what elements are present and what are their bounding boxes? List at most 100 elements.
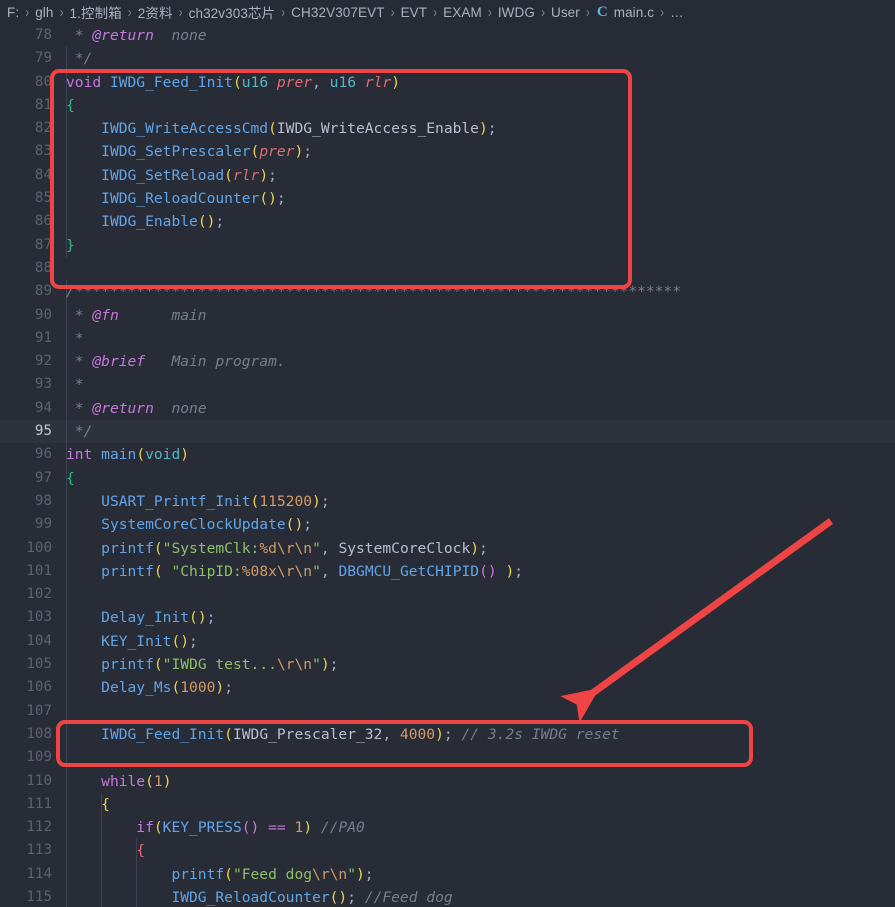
line-number: 80 <box>34 73 52 90</box>
code-line-106[interactable]: 106 Delay_Ms(1000); <box>0 676 895 700</box>
code-line-99[interactable]: 99 SystemCoreClockUpdate(); <box>0 513 895 537</box>
line-number: 104 <box>26 632 52 649</box>
code-text: * @return none <box>74 27 207 44</box>
code-line-87[interactable]: 87} <box>0 233 895 257</box>
indent-guide <box>66 583 67 607</box>
code-line-95[interactable]: 95 */ <box>0 420 895 444</box>
code-line-97[interactable]: 97 { <box>0 466 895 490</box>
code-line-88[interactable]: 88 <box>0 257 895 280</box>
code-line-89[interactable]: 89 /*************************************… <box>0 280 895 304</box>
code-text: printf("Feed dog\r\n"); <box>171 865 374 883</box>
breadcrumb-separator: › <box>433 3 438 21</box>
line-number: 101 <box>26 562 52 579</box>
breadcrumb-item-main.c[interactable]: main.c <box>613 5 655 20</box>
breadcrumb-item-evt[interactable]: EVT <box>400 5 429 20</box>
code-line-103[interactable]: 103 Delay_Init(); <box>0 606 895 630</box>
breadcrumb-item-2资料[interactable]: 2资料 <box>137 2 174 22</box>
breadcrumb-item-glh[interactable]: glh <box>34 5 54 20</box>
code-line-98[interactable]: 98 USART_Printf_Init(115200); <box>0 489 895 514</box>
code-line-92[interactable]: 92 * @brief Main program. <box>0 350 895 374</box>
line-number: 79 <box>34 50 52 67</box>
code-text: IWDG_SetPrescaler(prer); <box>101 143 313 161</box>
breadcrumb-separator: › <box>178 3 183 21</box>
line-number: 99 <box>34 516 52 533</box>
code-text: Delay_Init(); <box>101 609 216 627</box>
code-line-107[interactable]: 107 <box>0 699 895 723</box>
breadcrumb-item-1.控制箱[interactable]: 1.控制箱 <box>69 2 123 22</box>
code-text: /***************************************… <box>66 283 682 301</box>
line-number: 87 <box>34 236 52 253</box>
code-text: */ <box>74 50 93 68</box>
code-line-105[interactable]: 105 printf("IWDG test...\r\n"); <box>0 653 895 677</box>
line-number: 92 <box>34 353 52 370</box>
indent-guide <box>66 699 67 723</box>
code-line-108[interactable]: 108 IWDG_Feed_Init(IWDG_Prescaler_32, 40… <box>0 722 895 747</box>
code-line-104[interactable]: 104 KEY_Init(); <box>0 629 895 654</box>
code-line-78[interactable]: 78 * @return none <box>0 24 895 47</box>
code-line-112[interactable]: 112 if(KEY_PRESS() == 1) //PA0 <box>0 816 895 840</box>
code-line-93[interactable]: 93 * <box>0 373 895 397</box>
code-text: IWDG_Feed_Init(IWDG_Prescaler_32, 4000);… <box>101 725 620 743</box>
code-line-111[interactable]: 111 { <box>0 792 895 817</box>
line-number: 83 <box>34 143 52 160</box>
code-line-113[interactable]: 113 { <box>0 839 895 863</box>
breadcrumb-item-ch32v303芯片[interactable]: ch32v303芯片 <box>188 2 277 22</box>
line-number: 96 <box>34 446 52 463</box>
line-number: 98 <box>34 492 52 509</box>
code-line-109[interactable]: 109 <box>0 746 895 770</box>
code-lines-container[interactable]: 78 * @return none 79 */80 void IWDG_Feed_I… <box>0 24 895 907</box>
code-line-80[interactable]: 80 void IWDG_Feed_Init(u16 prer, u16 rlr) <box>0 70 895 94</box>
line-number: 111 <box>26 795 52 812</box>
breadcrumb-item-exam[interactable]: EXAM <box>442 5 483 20</box>
code-line-83[interactable]: 83 IWDG_SetPrescaler(prer); <box>0 140 895 164</box>
code-line-96[interactable]: 96 int main(void) <box>0 443 895 467</box>
line-number: 82 <box>34 120 52 137</box>
breadcrumb-separator: › <box>59 3 64 21</box>
breadcrumb-separator: › <box>390 3 395 21</box>
line-number: 108 <box>26 725 52 742</box>
breadcrumb-separator: › <box>25 3 30 21</box>
code-text: while(1) <box>101 772 172 790</box>
code-line-102[interactable]: 102 <box>0 583 895 607</box>
code-editor[interactable]: 78 * @return none 79 */80 void IWDG_Feed_I… <box>0 24 895 907</box>
code-text: * <box>74 376 84 394</box>
code-line-94[interactable]: 94 * @return none <box>0 396 895 421</box>
code-text: int main(void) <box>66 446 190 464</box>
breadcrumb-separator: › <box>487 3 492 21</box>
line-number: 94 <box>34 399 52 416</box>
breadcrumb-item-[interactable]: … <box>669 5 685 20</box>
code-line-100[interactable]: 100 printf("SystemClk:%d\r\n", SystemCor… <box>0 536 895 560</box>
line-number: 105 <box>26 656 52 673</box>
code-line-115[interactable]: 115 IWDG_ReloadCounter(); //Feed dog <box>0 885 895 907</box>
c-file-icon: C <box>596 3 608 20</box>
code-line-101[interactable]: 101 printf( "ChipID:%08x\r\n", DBGMCU_Ge… <box>0 559 895 584</box>
line-number: 110 <box>26 772 52 789</box>
line-number: 95 <box>34 423 52 440</box>
breadcrumb-item-iwdg[interactable]: IWDG <box>497 5 536 20</box>
line-number: 114 <box>26 865 52 882</box>
code-line-84[interactable]: 84 IWDG_SetReload(rlr); <box>0 163 895 188</box>
code-line-86[interactable]: 86 IWDG_Enable(); <box>0 210 895 234</box>
code-line-85[interactable]: 85 IWDG_ReloadCounter(); <box>0 187 895 211</box>
breadcrumb-item-f[interactable]: F: <box>6 5 20 20</box>
line-number: 85 <box>34 190 52 207</box>
code-line-81[interactable]: 81 { <box>0 93 895 118</box>
code-line-114[interactable]: 114 printf("Feed dog\r\n"); <box>0 862 895 886</box>
breadcrumb-item-ch32v307evt[interactable]: CH32V307EVT <box>290 5 385 20</box>
line-number: 100 <box>26 539 52 556</box>
breadcrumb-separator: › <box>660 3 665 21</box>
code-text: */ <box>74 423 93 441</box>
code-line-82[interactable]: 82 IWDG_WriteAccessCmd(IWDG_WriteAccess_… <box>0 117 895 141</box>
code-text: IWDG_Enable(); <box>101 213 225 231</box>
code-line-110[interactable]: 110 while(1) <box>0 769 895 793</box>
code-line-90[interactable]: 90 * @fn main <box>0 303 895 327</box>
code-line-79[interactable]: 79 */ <box>0 47 895 71</box>
breadcrumb-item-user[interactable]: User <box>550 5 581 20</box>
line-number: 103 <box>26 609 52 626</box>
code-line-91[interactable]: 91 * <box>0 326 895 351</box>
code-text: IWDG_WriteAccessCmd(IWDG_WriteAccess_Ena… <box>101 120 497 138</box>
code-text: printf("SystemClk:%d\r\n", SystemCoreClo… <box>101 539 488 557</box>
code-text: printf("IWDG test...\r\n"); <box>101 656 339 674</box>
breadcrumb[interactable]: F: › glh › 1.控制箱 › 2资料 › ch32v303芯片 › CH32V307EVT ›… <box>0 0 895 24</box>
breadcrumb-separator: › <box>585 3 590 21</box>
